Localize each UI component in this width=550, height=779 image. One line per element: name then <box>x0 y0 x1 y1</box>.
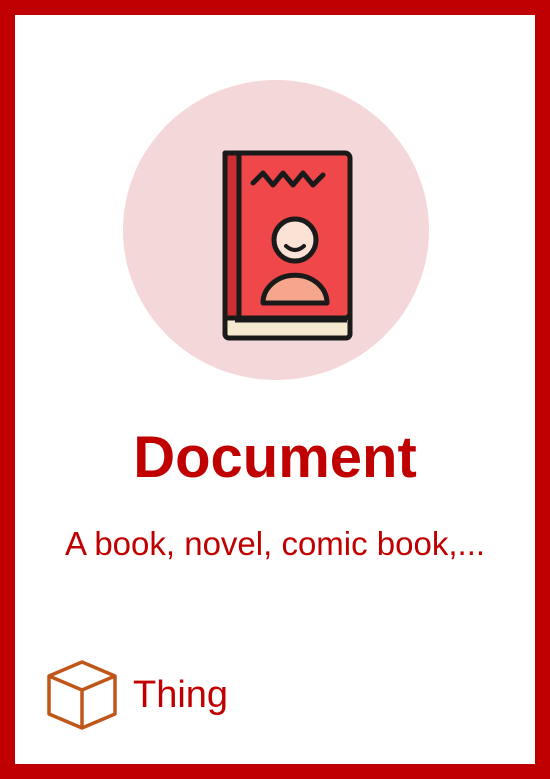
card-description: A book, novel, comic book,... <box>64 525 486 562</box>
card-title: Document <box>133 425 417 490</box>
type-label: Thing <box>133 674 229 716</box>
document-card: Document A book, novel, comic book,... T… <box>0 0 550 779</box>
type-badge: Thing <box>45 655 228 735</box>
cube-icon <box>47 660 117 730</box>
book-with-person-icon <box>222 150 353 341</box>
